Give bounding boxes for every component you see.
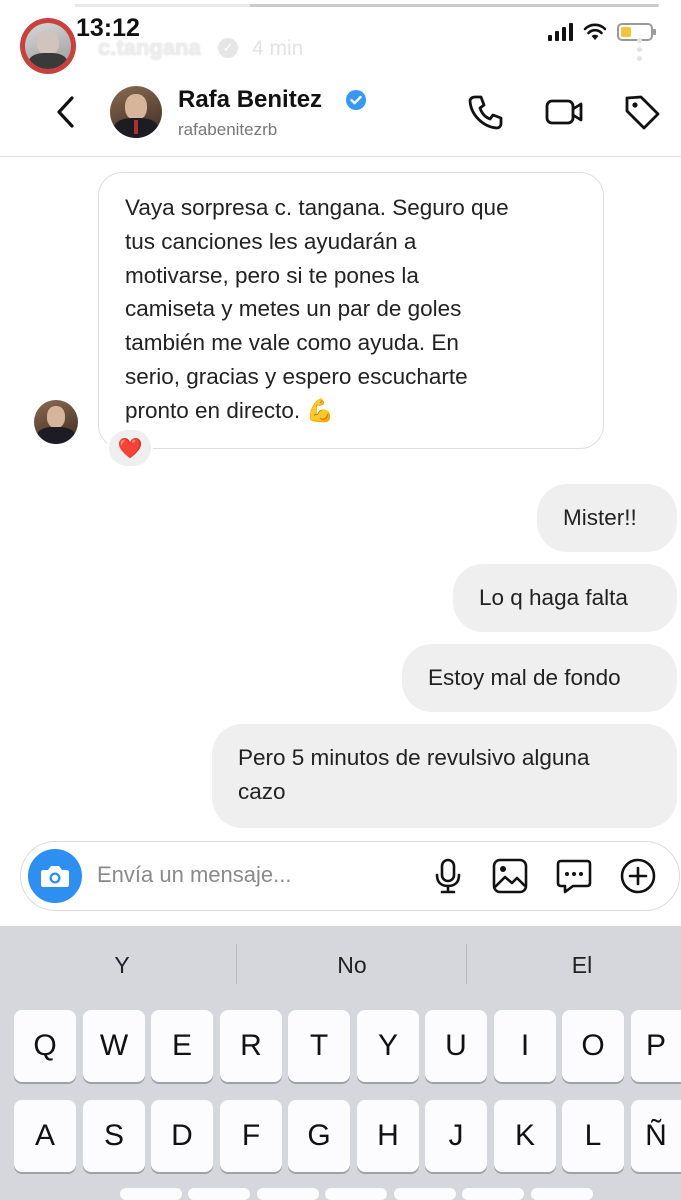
- key-q[interactable]: Q: [14, 1010, 76, 1082]
- key-w[interactable]: W: [83, 1010, 145, 1082]
- key-row3-partial[interactable]: [257, 1188, 319, 1200]
- incoming-message-bubble[interactable]: Vaya sorpresa c. tangana. Seguro que tus…: [98, 172, 604, 449]
- tag-icon[interactable]: [622, 92, 662, 132]
- key-f[interactable]: F: [220, 1100, 282, 1172]
- battery-icon: [617, 23, 656, 41]
- outgoing-message-bubble[interactable]: Mister!!: [537, 484, 677, 552]
- outgoing-message-bubble[interactable]: Estoy mal de fondo: [402, 644, 677, 712]
- outgoing-message-bubble[interactable]: Pero 5 minutos de revulsivo alguna cazo: [212, 724, 677, 828]
- key-row3-partial[interactable]: [188, 1188, 250, 1200]
- key-j[interactable]: J: [425, 1100, 487, 1172]
- key-g[interactable]: G: [288, 1100, 350, 1172]
- key-p[interactable]: P: [631, 1010, 681, 1082]
- key-h[interactable]: H: [357, 1100, 419, 1172]
- story-author-avatar[interactable]: [20, 18, 76, 74]
- key-n-tilde[interactable]: Ñ: [631, 1100, 681, 1172]
- suggestion-3[interactable]: El: [522, 952, 642, 979]
- heart-reaction-icon[interactable]: ❤️: [107, 428, 153, 468]
- message-input[interactable]: [97, 862, 397, 888]
- phone-icon[interactable]: [466, 92, 506, 132]
- video-camera-icon[interactable]: [544, 92, 584, 132]
- back-chevron-icon[interactable]: [52, 92, 82, 132]
- key-y[interactable]: Y: [357, 1010, 419, 1082]
- story-progress-bar: [75, 4, 659, 7]
- suggestion-separator: [466, 944, 467, 984]
- key-r[interactable]: R: [220, 1010, 282, 1082]
- wifi-icon: [583, 23, 607, 40]
- signal-icon: [548, 23, 573, 41]
- key-row3-partial[interactable]: [394, 1188, 456, 1200]
- suggestion-2[interactable]: No: [292, 952, 412, 979]
- key-d[interactable]: D: [151, 1100, 213, 1172]
- key-row3-partial[interactable]: [531, 1188, 593, 1200]
- gallery-icon[interactable]: [491, 857, 529, 895]
- story-username[interactable]: c.tangana: [98, 35, 201, 61]
- sticker-icon[interactable]: [555, 857, 593, 895]
- key-u[interactable]: U: [425, 1010, 487, 1082]
- key-t[interactable]: T: [288, 1010, 350, 1082]
- sender-avatar[interactable]: [34, 400, 78, 444]
- key-s[interactable]: S: [83, 1100, 145, 1172]
- plus-icon[interactable]: [619, 857, 657, 895]
- camera-button[interactable]: [28, 849, 82, 903]
- suggestion-1[interactable]: Y: [62, 952, 182, 979]
- message-composer: [20, 841, 680, 911]
- header-divider: [0, 156, 681, 157]
- key-i[interactable]: I: [494, 1010, 556, 1082]
- verified-badge-icon: [346, 90, 366, 110]
- story-more-options-icon[interactable]: [637, 38, 643, 61]
- microphone-icon[interactable]: [429, 857, 467, 895]
- outgoing-message-bubble[interactable]: Lo q haga falta: [453, 564, 677, 632]
- suggestion-separator: [236, 944, 237, 984]
- story-posted-ago: 4 min: [252, 37, 304, 60]
- contact-handle: rafabenitezrb: [178, 120, 278, 139]
- keyboard: Y No El Q W E R T Y U I O P A S D F G H …: [0, 926, 681, 1200]
- key-row3-partial[interactable]: [120, 1188, 182, 1200]
- key-o[interactable]: O: [562, 1010, 624, 1082]
- key-row3-partial[interactable]: [325, 1188, 387, 1200]
- key-k[interactable]: K: [494, 1100, 556, 1172]
- key-l[interactable]: L: [562, 1100, 624, 1172]
- contact-avatar[interactable]: [110, 86, 162, 138]
- camera-icon: [41, 866, 69, 887]
- key-row3-partial[interactable]: [462, 1188, 524, 1200]
- key-e[interactable]: E: [151, 1010, 213, 1082]
- story-verified-badge-icon: ✓: [218, 38, 238, 58]
- key-a[interactable]: A: [14, 1100, 76, 1172]
- contact-name[interactable]: Rafa Benitez: [178, 86, 322, 114]
